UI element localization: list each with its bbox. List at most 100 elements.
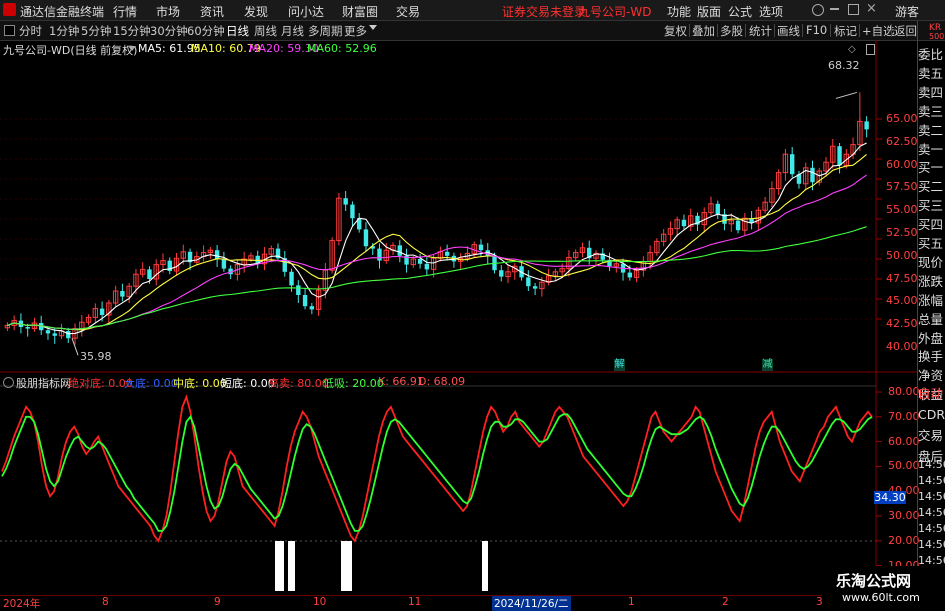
side-quote-label: 总量 <box>918 311 944 327</box>
menu-item-quotes[interactable]: 行情 <box>113 3 137 20</box>
side-quote-label: 买五 <box>918 236 944 251</box>
candle-body <box>397 245 402 256</box>
candle-body <box>499 270 504 277</box>
tab-period-daily[interactable]: 日线 <box>226 23 249 39</box>
candle-body <box>221 259 227 269</box>
tab-period-5min[interactable]: 5分钟 <box>81 23 111 39</box>
candle-body <box>363 229 369 247</box>
menu-item-functions[interactable]: 功能 <box>667 3 691 20</box>
candle-body <box>715 203 720 215</box>
side-quote-label: 买四 <box>918 217 944 233</box>
candle-body <box>52 333 57 336</box>
trade-login-notice[interactable]: 证券交易未登录 <box>502 3 586 20</box>
side-quote-label: 委比 <box>918 47 944 62</box>
toolbar-divider <box>717 24 718 37</box>
maximize-icon[interactable] <box>848 4 859 15</box>
tab-period-15min[interactable]: 15分钟 <box>113 23 151 39</box>
indicator-settings-icon[interactable] <box>3 377 14 388</box>
tab-period-intraday[interactable]: 分时 <box>19 23 42 39</box>
menu-item-ask-xiaoda[interactable]: 问小达 <box>288 3 324 20</box>
menu-item-layout[interactable]: 版面 <box>697 3 721 20</box>
draw-line-button[interactable]: 画线 <box>777 23 800 39</box>
menu-item-formula[interactable]: 公式 <box>728 3 752 20</box>
watermark-title: 乐淘公式网 <box>836 572 912 590</box>
menu-item-options[interactable]: 选项 <box>759 3 783 20</box>
app-logo-icon <box>3 3 16 16</box>
x-label-feb: 2 <box>722 596 729 608</box>
ma-line <box>7 174 867 330</box>
price-axis-label: 65.00 <box>886 112 918 125</box>
menu-item-wealth-circle[interactable]: 财富圈 <box>342 3 378 20</box>
candle-body <box>444 251 450 256</box>
side-stock-sub: 500 <box>929 32 945 41</box>
app-title: 通达信金融终端 <box>20 5 105 19</box>
tab-period-monthly[interactable]: 月线 <box>281 23 304 39</box>
indicator-abs-bottom: 绝对底: 0.00 <box>68 377 133 390</box>
multi-stock-button[interactable]: 多股 <box>720 23 743 39</box>
side-tick-time: 14:56 <box>918 522 945 535</box>
candle-body <box>837 146 842 166</box>
min-price-label: 35.98 <box>80 350 112 363</box>
back-button[interactable]: 返回 <box>894 23 917 39</box>
overlay-button[interactable]: 叠加 <box>692 23 715 39</box>
tab-period-1min[interactable]: 1分钟 <box>49 23 79 39</box>
guest-login[interactable]: 游客 <box>895 3 919 20</box>
side-quote-label: 卖二 <box>918 122 944 138</box>
tab-period-30min[interactable]: 30分钟 <box>150 23 188 39</box>
price-axis-label: 62.50 <box>886 134 918 148</box>
price-axis-label: 57.50 <box>886 180 918 194</box>
side-tab-label[interactable]: CDR <box>918 405 945 424</box>
f10-button[interactable]: F10 <box>806 23 827 37</box>
indicator-axis-label: 30.00 <box>888 509 920 522</box>
event-mark-reduce[interactable]: 减 <box>762 359 773 371</box>
price-axis-label: 60.00 <box>886 157 918 171</box>
side-tab-label[interactable]: 自动 <box>918 384 945 403</box>
indicator-big-bottom: 大底: 0.00 <box>124 377 178 390</box>
price-axis-label: 45.00 <box>886 294 918 308</box>
close-icon[interactable]: × <box>866 1 877 16</box>
candle-body <box>25 327 30 329</box>
toolbar-checkbox-icon[interactable] <box>4 25 15 36</box>
mark-button[interactable]: 标记 <box>834 23 857 39</box>
candle-body <box>417 259 423 264</box>
add-watchlist-button[interactable]: +自选 <box>862 23 895 39</box>
kline-chart[interactable] <box>0 40 918 596</box>
indicator-axis-label: 80.00 <box>888 385 920 398</box>
price-axis-label: 40.00 <box>886 340 918 353</box>
user-icon[interactable] <box>812 4 824 16</box>
minimize-icon[interactable] <box>830 8 839 10</box>
price-axis-label: 47.50 <box>886 271 918 285</box>
side-quote-label: 买三 <box>918 198 944 214</box>
indicator-name[interactable]: 股朋指标网 <box>16 375 71 391</box>
restore-rights-button[interactable]: 复权 <box>664 23 687 39</box>
candle-body <box>350 204 355 219</box>
candle-body <box>214 250 220 259</box>
bottom-signal-bar <box>288 541 295 591</box>
diamond-icon[interactable]: ◇ <box>848 44 856 55</box>
candle-body <box>532 286 538 289</box>
tab-period-more[interactable]: 更多 <box>344 23 367 39</box>
chevron-down-icon[interactable] <box>369 25 377 30</box>
square-icon[interactable] <box>866 44 875 55</box>
side-tick-time: 14:56 <box>918 490 945 503</box>
side-tick-time: 14:56 <box>918 538 945 551</box>
side-tab-label[interactable]: 交易 <box>918 426 945 445</box>
menu-item-trade[interactable]: 交易 <box>396 3 420 20</box>
menu-item-market[interactable]: 市场 <box>156 3 180 20</box>
tab-period-multi[interactable]: 多周期 <box>308 23 343 39</box>
tab-period-weekly[interactable]: 周线 <box>254 23 277 39</box>
bottom-signal-bar <box>482 541 488 591</box>
menu-item-discover[interactable]: 发现 <box>244 3 268 20</box>
candle-body <box>377 248 382 261</box>
menu-bar: 通达信金融终端 行情 市场 资讯 发现 问小达 财富圈 交易 证券交易未登录 九… <box>0 0 945 21</box>
candle-body <box>120 291 125 297</box>
candle-body <box>864 121 869 130</box>
candle-body <box>681 219 687 227</box>
event-mark-unlock[interactable]: 解 <box>614 359 625 371</box>
side-quote-label: 净资 <box>918 368 944 384</box>
statistics-button[interactable]: 统计 <box>749 23 772 39</box>
tab-period-60min[interactable]: 60分钟 <box>187 23 225 39</box>
indicator-axis-label: 20.00 <box>888 533 920 547</box>
side-quote-label: 卖四 <box>918 84 944 100</box>
menu-item-news[interactable]: 资讯 <box>200 3 224 20</box>
